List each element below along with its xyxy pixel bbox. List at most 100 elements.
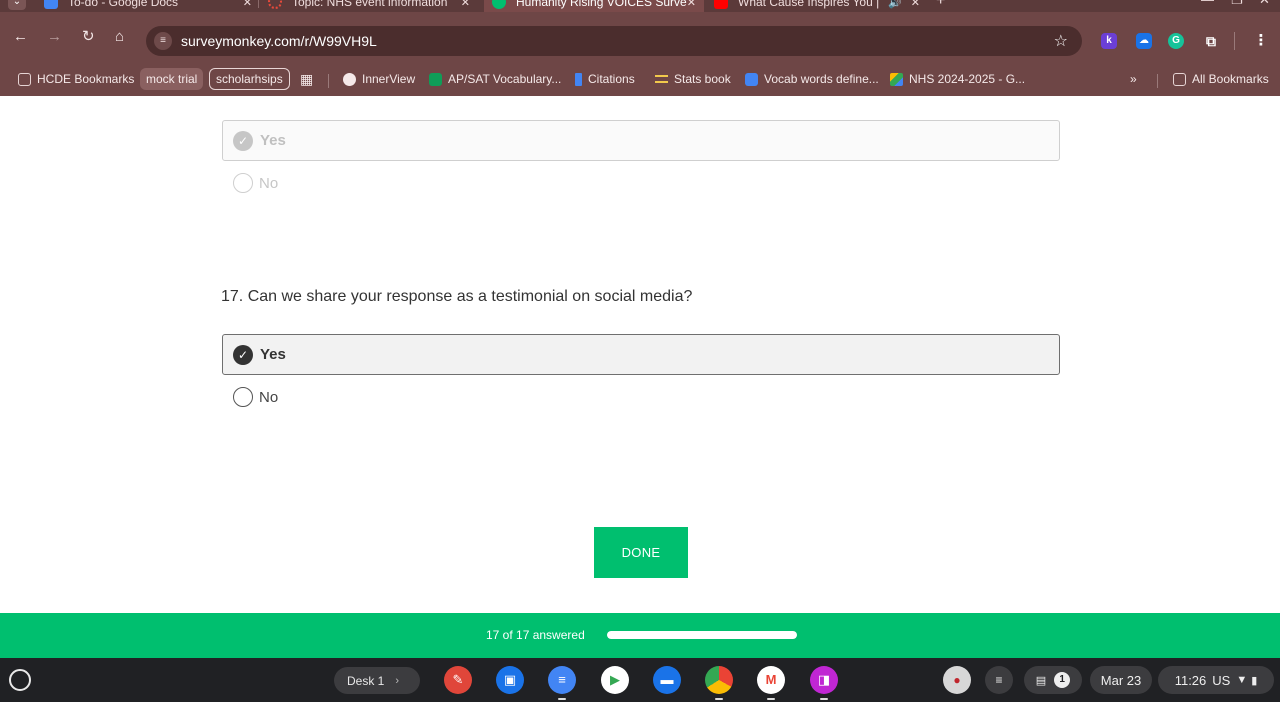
checkmark-icon: ✓ (233, 345, 253, 365)
folder-icon (1173, 72, 1186, 86)
cloud-extension-icon[interactable]: ☁ (1136, 33, 1152, 49)
chevron-right-icon: › (395, 674, 400, 687)
checkmark-icon: ✓ (233, 131, 253, 151)
browser-toolbar: ← → ↻ ⌂ ≡ surveymonkey.com/r/W99VH9L ☆ k… (0, 12, 1280, 62)
question-17-text: 17. Can we share your response as a test… (221, 288, 693, 305)
back-icon[interactable]: ← (13, 29, 28, 45)
kami-extension-icon[interactable]: k (1101, 33, 1117, 49)
notification-badge: 1 (1054, 672, 1071, 688)
minimize-icon[interactable]: — (1201, 0, 1214, 7)
play-store-icon[interactable]: ▶ (601, 666, 629, 694)
question-17-option-yes[interactable]: ✓ Yes (222, 334, 1060, 375)
status-tray[interactable]: 11:26 US ▼ ▮ (1158, 666, 1274, 694)
progress-text: 17 of 17 answered (486, 628, 585, 642)
prev-question-option-yes[interactable]: ✓ Yes (222, 120, 1060, 161)
bookmarks-overflow-icon[interactable]: » (1130, 68, 1137, 90)
loading-icon (268, 0, 282, 9)
site-info-icon[interactable]: ≡ (154, 32, 172, 50)
tab-youtube[interactable]: What Cause Inspires You | 🔊 ✕ (714, 0, 928, 12)
gmail-app-icon[interactable]: M (757, 666, 785, 694)
tab-search-chevron-icon[interactable]: ⌄ (8, 0, 26, 10)
tab-google-docs[interactable]: To-do - Google Docs ✕ (44, 0, 260, 12)
all-bookmarks-button[interactable]: All Bookmarks (1173, 68, 1269, 90)
sticky-app-icon[interactable]: ◨ (810, 666, 838, 694)
running-indicator (558, 698, 566, 700)
grammarly-icon[interactable]: G (1168, 33, 1184, 49)
phone-hub-icon: ▤ (1035, 674, 1047, 687)
classroom-app-icon[interactable]: ▣ (496, 666, 524, 694)
tab-nhs-event[interactable]: Topic: NHS event information ✕ (268, 0, 478, 12)
locale-indicator: US (1212, 672, 1231, 688)
docs-app-icon[interactable]: ≡ (548, 666, 576, 694)
question-17-option-no[interactable]: No (233, 386, 278, 408)
battery-icon: ▮ (1251, 674, 1258, 687)
extensions-puzzle-icon[interactable]: ⧉ (1203, 33, 1219, 49)
address-bar[interactable]: ≡ surveymonkey.com/r/W99VH9L ☆ (146, 26, 1082, 56)
files-app-icon[interactable]: ▬ (653, 666, 681, 694)
os-shelf: Desk 1 › ✎ ▣ ≡ ▶ ▬ M ◨ ● ≡ ▤ 1 Mar 23 11… (0, 658, 1280, 702)
avatar[interactable]: ● (943, 666, 971, 694)
bookmark-divider (328, 74, 329, 88)
bookmark-nhs-drive[interactable]: NHS 2024-2025 - G... (890, 68, 1025, 90)
tab-divider (258, 0, 259, 8)
bookmark-stats-book[interactable]: Stats book (655, 68, 731, 90)
media-controls-icon[interactable]: ≡ (985, 666, 1013, 694)
canvas-app-icon[interactable]: ✎ (444, 666, 472, 694)
wifi-icon: ▼ (1236, 674, 1248, 686)
close-tab-icon[interactable]: ✕ (243, 0, 252, 9)
bookmark-mock-trial[interactable]: mock trial (140, 68, 204, 90)
home-icon[interactable]: ⌂ (115, 29, 124, 45)
running-indicator (820, 698, 828, 700)
bookmark-divider (1157, 74, 1158, 88)
close-window-icon[interactable]: ✕ (1259, 0, 1270, 8)
survey-page: ✓ Yes No 17. Can we share your response … (0, 96, 1280, 613)
running-indicator (715, 698, 723, 700)
radio-empty-icon (233, 387, 253, 407)
tab-surveymonkey[interactable]: Humanity Rising VOICES Surve ✕ (484, 0, 704, 12)
bookmark-citations[interactable]: Citations (575, 68, 635, 90)
progress-footer: 17 of 17 answered (0, 613, 1280, 658)
surveymonkey-icon (492, 0, 506, 9)
close-tab-icon[interactable]: ✕ (911, 0, 920, 9)
sheets-icon (429, 72, 442, 86)
bookmark-ap-sat-vocab[interactable]: AP/SAT Vocabulary... (429, 68, 561, 90)
radio-empty-icon (233, 173, 253, 193)
clock-time: 11:26 (1174, 672, 1207, 688)
stats-icon (655, 75, 668, 83)
date-tray[interactable]: Mar 23 (1090, 666, 1152, 694)
bookmark-star-icon[interactable]: ☆ (1054, 31, 1068, 51)
new-tab-icon[interactable]: + (936, 0, 945, 10)
more-menu-icon[interactable]: ⋮ (1253, 33, 1269, 49)
done-button[interactable]: DONE (594, 527, 688, 578)
forward-icon[interactable]: → (47, 29, 62, 45)
bookmark-vocab-words[interactable]: Vocab words define... (745, 68, 879, 90)
folder-icon (18, 72, 31, 86)
innerview-icon (343, 72, 356, 86)
tote-tray[interactable]: ▤ 1 (1024, 666, 1082, 694)
docs-icon (745, 72, 758, 86)
restore-icon[interactable]: ❐ (1231, 0, 1243, 8)
url-text[interactable]: surveymonkey.com/r/W99VH9L (181, 33, 377, 49)
progress-bar (607, 631, 797, 639)
launcher-icon[interactable] (9, 669, 31, 691)
bookmark-hcde[interactable]: HCDE Bookmarks (18, 68, 134, 90)
apps-grid-icon[interactable]: ▦ (300, 68, 313, 90)
bookmark-icon (575, 72, 582, 86)
docs-icon (44, 0, 58, 9)
running-indicator (767, 698, 775, 700)
bookmark-scholarships[interactable]: scholarhsips (209, 68, 290, 90)
prev-question-option-no[interactable]: No (233, 172, 278, 194)
bookmark-innerview[interactable]: InnerView (343, 68, 415, 90)
drive-icon (890, 72, 903, 86)
chrome-app-icon[interactable] (705, 666, 733, 694)
bookmarks-bar: HCDE Bookmarks mock trial scholarhsips ▦… (0, 62, 1280, 96)
close-tab-icon[interactable]: ✕ (461, 0, 470, 9)
desk-switcher[interactable]: Desk 1 › (334, 667, 420, 694)
close-tab-icon[interactable]: ✕ (687, 0, 696, 9)
toolbar-divider (1234, 32, 1235, 50)
youtube-icon (714, 0, 728, 9)
reload-icon[interactable]: ↻ (82, 29, 95, 45)
tab-strip: ⌄ To-do - Google Docs ✕ Topic: NHS event… (0, 0, 1280, 12)
progress-bar-fill (607, 631, 797, 639)
speaker-icon[interactable]: 🔊 (888, 0, 902, 9)
